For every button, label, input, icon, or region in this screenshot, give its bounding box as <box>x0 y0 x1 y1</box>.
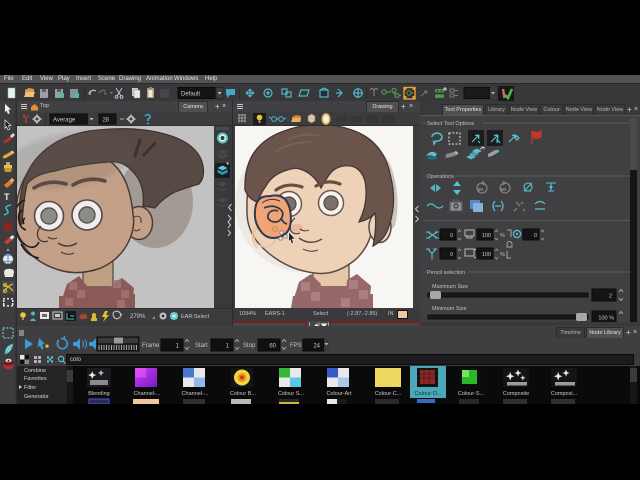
svg-text:FPS: FPS <box>290 343 302 349</box>
svg-text:Channel-...: Channel-... <box>134 391 161 397</box>
svg-text:100 %: 100 % <box>598 316 614 322</box>
svg-text:Default: Default <box>181 92 200 98</box>
svg-text:Pencil selection: Pencil selection <box>427 270 465 276</box>
svg-text:EAR:Select: EAR:Select <box>181 314 210 320</box>
svg-text:%: % <box>500 233 505 239</box>
svg-text:Select Tool Options: Select Tool Options <box>427 121 475 127</box>
svg-text:2: 2 <box>609 294 612 300</box>
svg-text:0: 0 <box>450 252 453 258</box>
svg-text:Minimum Size: Minimum Size <box>432 306 467 312</box>
svg-text:0: 0 <box>450 233 453 239</box>
svg-text:28: 28 <box>102 118 109 124</box>
svg-text:Colour-S...: Colour-S... <box>458 391 485 397</box>
svg-text:90: 90 <box>478 187 484 192</box>
svg-text:Average: Average <box>53 118 76 124</box>
svg-text:Colour S...: Colour S... <box>278 391 304 397</box>
svg-text:90: 90 <box>501 187 507 192</box>
svg-text:Composi...: Composi... <box>551 391 578 397</box>
svg-text:100: 100 <box>482 233 491 239</box>
svg-text:Composite: Composite <box>503 391 529 397</box>
svg-text:Blending: Blending <box>88 391 109 397</box>
svg-text:Operations: Operations <box>427 174 454 180</box>
svg-text:Start: Start <box>195 343 208 349</box>
svg-text:100: 100 <box>482 252 491 258</box>
svg-text:Colour-Art: Colour-Art <box>326 391 352 397</box>
svg-text:Colour-O...: Colour-O... <box>415 391 442 397</box>
svg-text:Colour-C...: Colour-C... <box>375 391 402 397</box>
svg-text:60: 60 <box>269 344 276 350</box>
svg-text:T: T <box>4 192 10 202</box>
svg-text:Stop: Stop <box>243 343 256 349</box>
svg-text:%: % <box>500 252 505 258</box>
svg-text:Maximum Size: Maximum Size <box>432 284 468 290</box>
svg-text:Colour B...: Colour B... <box>230 391 256 397</box>
svg-text:Channel-...: Channel-... <box>182 391 209 397</box>
svg-text:0: 0 <box>534 233 537 239</box>
svg-text:24: 24 <box>313 344 320 350</box>
svg-text:279%: 279% <box>130 314 146 320</box>
svg-text:Frame: Frame <box>142 343 160 349</box>
